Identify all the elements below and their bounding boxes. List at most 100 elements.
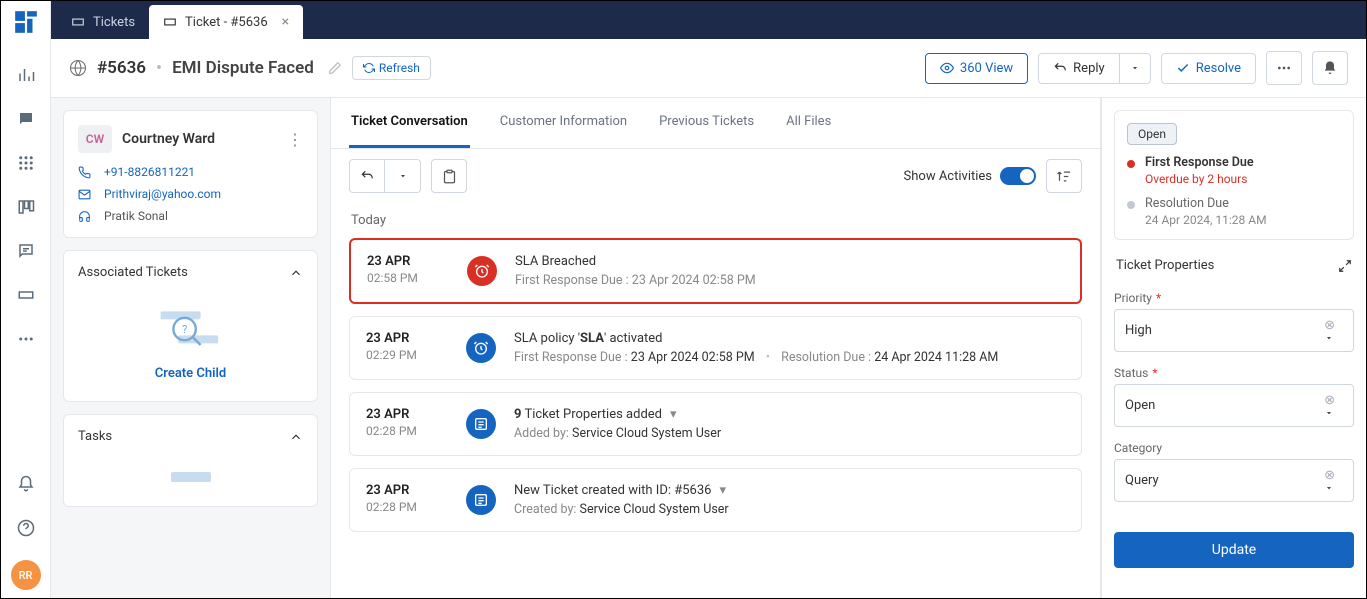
brand-logo [13, 9, 39, 35]
create-child-button[interactable]: Create Child [155, 366, 226, 381]
alarm-icon [467, 256, 497, 286]
conversation-panel: Ticket Conversation Customer Information… [331, 98, 1101, 598]
subtab-previous-tickets[interactable]: Previous Tickets [657, 98, 756, 148]
chevron-down-icon [1324, 483, 1334, 493]
edit-icon[interactable] [328, 61, 342, 75]
clear-icon[interactable]: ⊗ [1324, 318, 1335, 333]
nav-help-icon[interactable] [14, 516, 38, 540]
email-icon [78, 188, 94, 201]
window-tabs: Tickets Ticket - #5636 × [51, 1, 1366, 39]
customer-agent: Pratik Sonal [104, 209, 168, 223]
task-placeholder-icon [171, 468, 211, 486]
customer-card: CW Courtney Ward ⋮ +91-8826811221 Prithv… [63, 110, 318, 238]
status-select[interactable]: Open ⊗ [1114, 384, 1354, 427]
subtab-customer-info[interactable]: Customer Information [498, 98, 629, 148]
customer-email-row[interactable]: Prithviraj@yahoo.com [78, 187, 303, 201]
subtab-all-files[interactable]: All Files [784, 98, 833, 148]
reply-tool-caret[interactable] [385, 159, 421, 193]
360-view-button[interactable]: 360 View [925, 53, 1028, 84]
show-activities-toggle[interactable] [1000, 167, 1036, 185]
sla-card: Open First Response Due Overdue by 2 hou… [1114, 110, 1354, 240]
refresh-button[interactable]: Refresh [352, 56, 431, 80]
associated-toggle[interactable]: Associated Tickets [78, 265, 303, 280]
priority-field-label: Priority* [1114, 291, 1354, 305]
timeline-sub-value: 23 Apr 2024 02:58 PM [632, 273, 756, 288]
timeline-date: 23 APR [367, 254, 449, 269]
svg-text:?: ? [181, 323, 186, 336]
reply-button[interactable]: Reply [1038, 53, 1120, 84]
nav-chat-icon[interactable] [14, 107, 38, 131]
expand-icon[interactable] [1338, 259, 1352, 273]
resolve-label: Resolve [1196, 61, 1241, 76]
timeline-time: 02:29 PM [366, 348, 448, 362]
right-panel: Open First Response Due Overdue by 2 hou… [1101, 98, 1366, 598]
timeline-time: 02:58 PM [367, 271, 449, 285]
timeline-item-props-addedded: 23 APR 02:28 PM 9 Ticket Properties adde… [349, 392, 1082, 456]
nav-analytics-icon[interactable] [14, 63, 38, 87]
timeline-item-title: SLA Breached [515, 254, 1064, 269]
customer-name: Courtney Ward [122, 131, 215, 147]
list-icon [466, 409, 496, 439]
notifications-button[interactable] [1312, 51, 1348, 85]
close-icon[interactable]: × [282, 14, 289, 30]
subtab-conversation[interactable]: Ticket Conversation [349, 98, 470, 148]
show-activities-label: Show Activities [904, 169, 992, 184]
reply-label: Reply [1073, 61, 1105, 76]
timeline-today-heading: Today [351, 213, 1082, 228]
tab-current-ticket[interactable]: Ticket - #5636 × [149, 5, 303, 39]
priority-value: High [1125, 323, 1152, 338]
chevron-up-icon [289, 430, 303, 444]
chevron-down-icon [1324, 408, 1334, 418]
chevron-down-icon[interactable]: ▾ [719, 483, 726, 498]
update-button[interactable]: Update [1114, 532, 1354, 568]
sub-label: Added by: [514, 426, 572, 441]
more-actions-button[interactable] [1266, 51, 1302, 85]
customer-phone-row[interactable]: +91-8826811221 [78, 165, 303, 179]
nav-kanban-icon[interactable] [14, 195, 38, 219]
customer-menu-icon[interactable]: ⋮ [287, 130, 303, 149]
timeline-time: 02:28 PM [366, 424, 448, 438]
tab-tickets[interactable]: Tickets [57, 5, 149, 39]
conversation-subtabs: Ticket Conversation Customer Information… [331, 98, 1100, 149]
timeline-date: 23 APR [366, 483, 448, 498]
ticket-link[interactable]: #5636 [674, 483, 711, 498]
nav-bell-icon[interactable] [14, 472, 38, 496]
reply-split-button: Reply [1038, 53, 1151, 84]
resolve-button[interactable]: Resolve [1161, 53, 1256, 84]
status-badge[interactable]: Open [1127, 123, 1177, 145]
nav-apps-icon[interactable] [14, 151, 38, 175]
associated-label: Associated Tickets [78, 265, 188, 280]
clipboard-button[interactable] [431, 159, 467, 193]
sla-first-response-label: First Response Due [1145, 155, 1254, 170]
nav-message-icon[interactable] [14, 239, 38, 263]
app-root: RR Tickets Ticket - #5636 × #5636 • EMI … [0, 0, 1367, 599]
category-value: Query [1125, 473, 1159, 488]
tasks-toggle[interactable]: Tasks [78, 429, 303, 444]
clear-icon[interactable]: ⊗ [1324, 468, 1335, 483]
sub-value: Service Cloud System User [572, 426, 721, 441]
priority-select[interactable]: High ⊗ [1114, 309, 1354, 352]
sub-value: 23 Apr 2024 02:58 PM [631, 350, 755, 365]
timeline-item-title: 9 Ticket Properties added▾ [514, 407, 1065, 422]
category-select[interactable]: Query ⊗ [1114, 459, 1354, 502]
customer-handle-row: Pratik Sonal [78, 209, 303, 223]
conversation-toolbar: Show Activities [331, 149, 1100, 203]
360-view-label: 360 View [960, 61, 1013, 76]
reply-tool-split [349, 159, 421, 193]
clear-icon[interactable]: ⊗ [1324, 393, 1335, 408]
sub-label: Resolution Due : [781, 350, 874, 365]
reply-caret[interactable] [1120, 53, 1151, 84]
chevron-down-icon [1324, 333, 1334, 343]
globe-icon[interactable] [69, 59, 87, 77]
user-avatar[interactable]: RR [11, 560, 41, 590]
nav-more-icon[interactable] [14, 327, 38, 351]
ticket-properties-header: Ticket Properties [1114, 252, 1354, 279]
nav-rail: RR [1, 1, 51, 598]
chevron-down-icon[interactable]: ▾ [670, 407, 677, 422]
headset-icon [78, 210, 94, 223]
timeline-item-sla-breached: 23 APR 02:58 PM SLA Breached First Respo… [349, 238, 1082, 304]
refresh-label: Refresh [379, 61, 420, 75]
nav-ticket-icon[interactable] [14, 283, 38, 307]
sort-button[interactable] [1046, 159, 1082, 193]
reply-tool-button[interactable] [349, 159, 385, 193]
